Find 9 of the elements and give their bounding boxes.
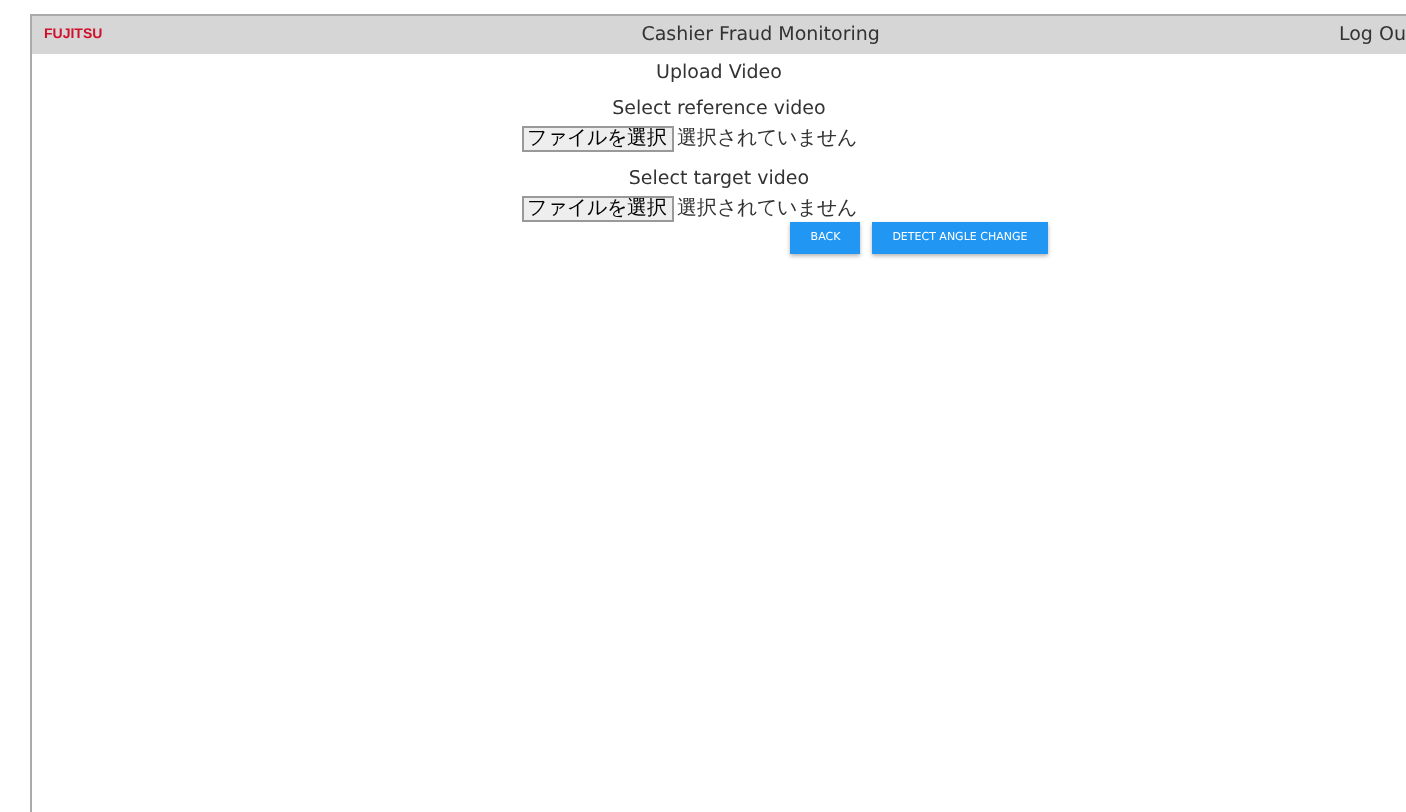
upload-label: Select reference video [612, 98, 826, 120]
page-title: Upload Video [656, 62, 782, 84]
upload-label: Select target video [628, 168, 810, 190]
app-title: Cashier Fraud Monitoring [641, 24, 880, 46]
choose-file-button[interactable]: ファイルを選択 [521, 125, 673, 151]
file-status: 選択されていません [677, 126, 857, 152]
logout-link[interactable]: Log Ou [1338, 24, 1406, 46]
file-status: 選択されていません [677, 196, 857, 222]
choose-file-button[interactable]: ファイルを選択 [521, 195, 673, 221]
